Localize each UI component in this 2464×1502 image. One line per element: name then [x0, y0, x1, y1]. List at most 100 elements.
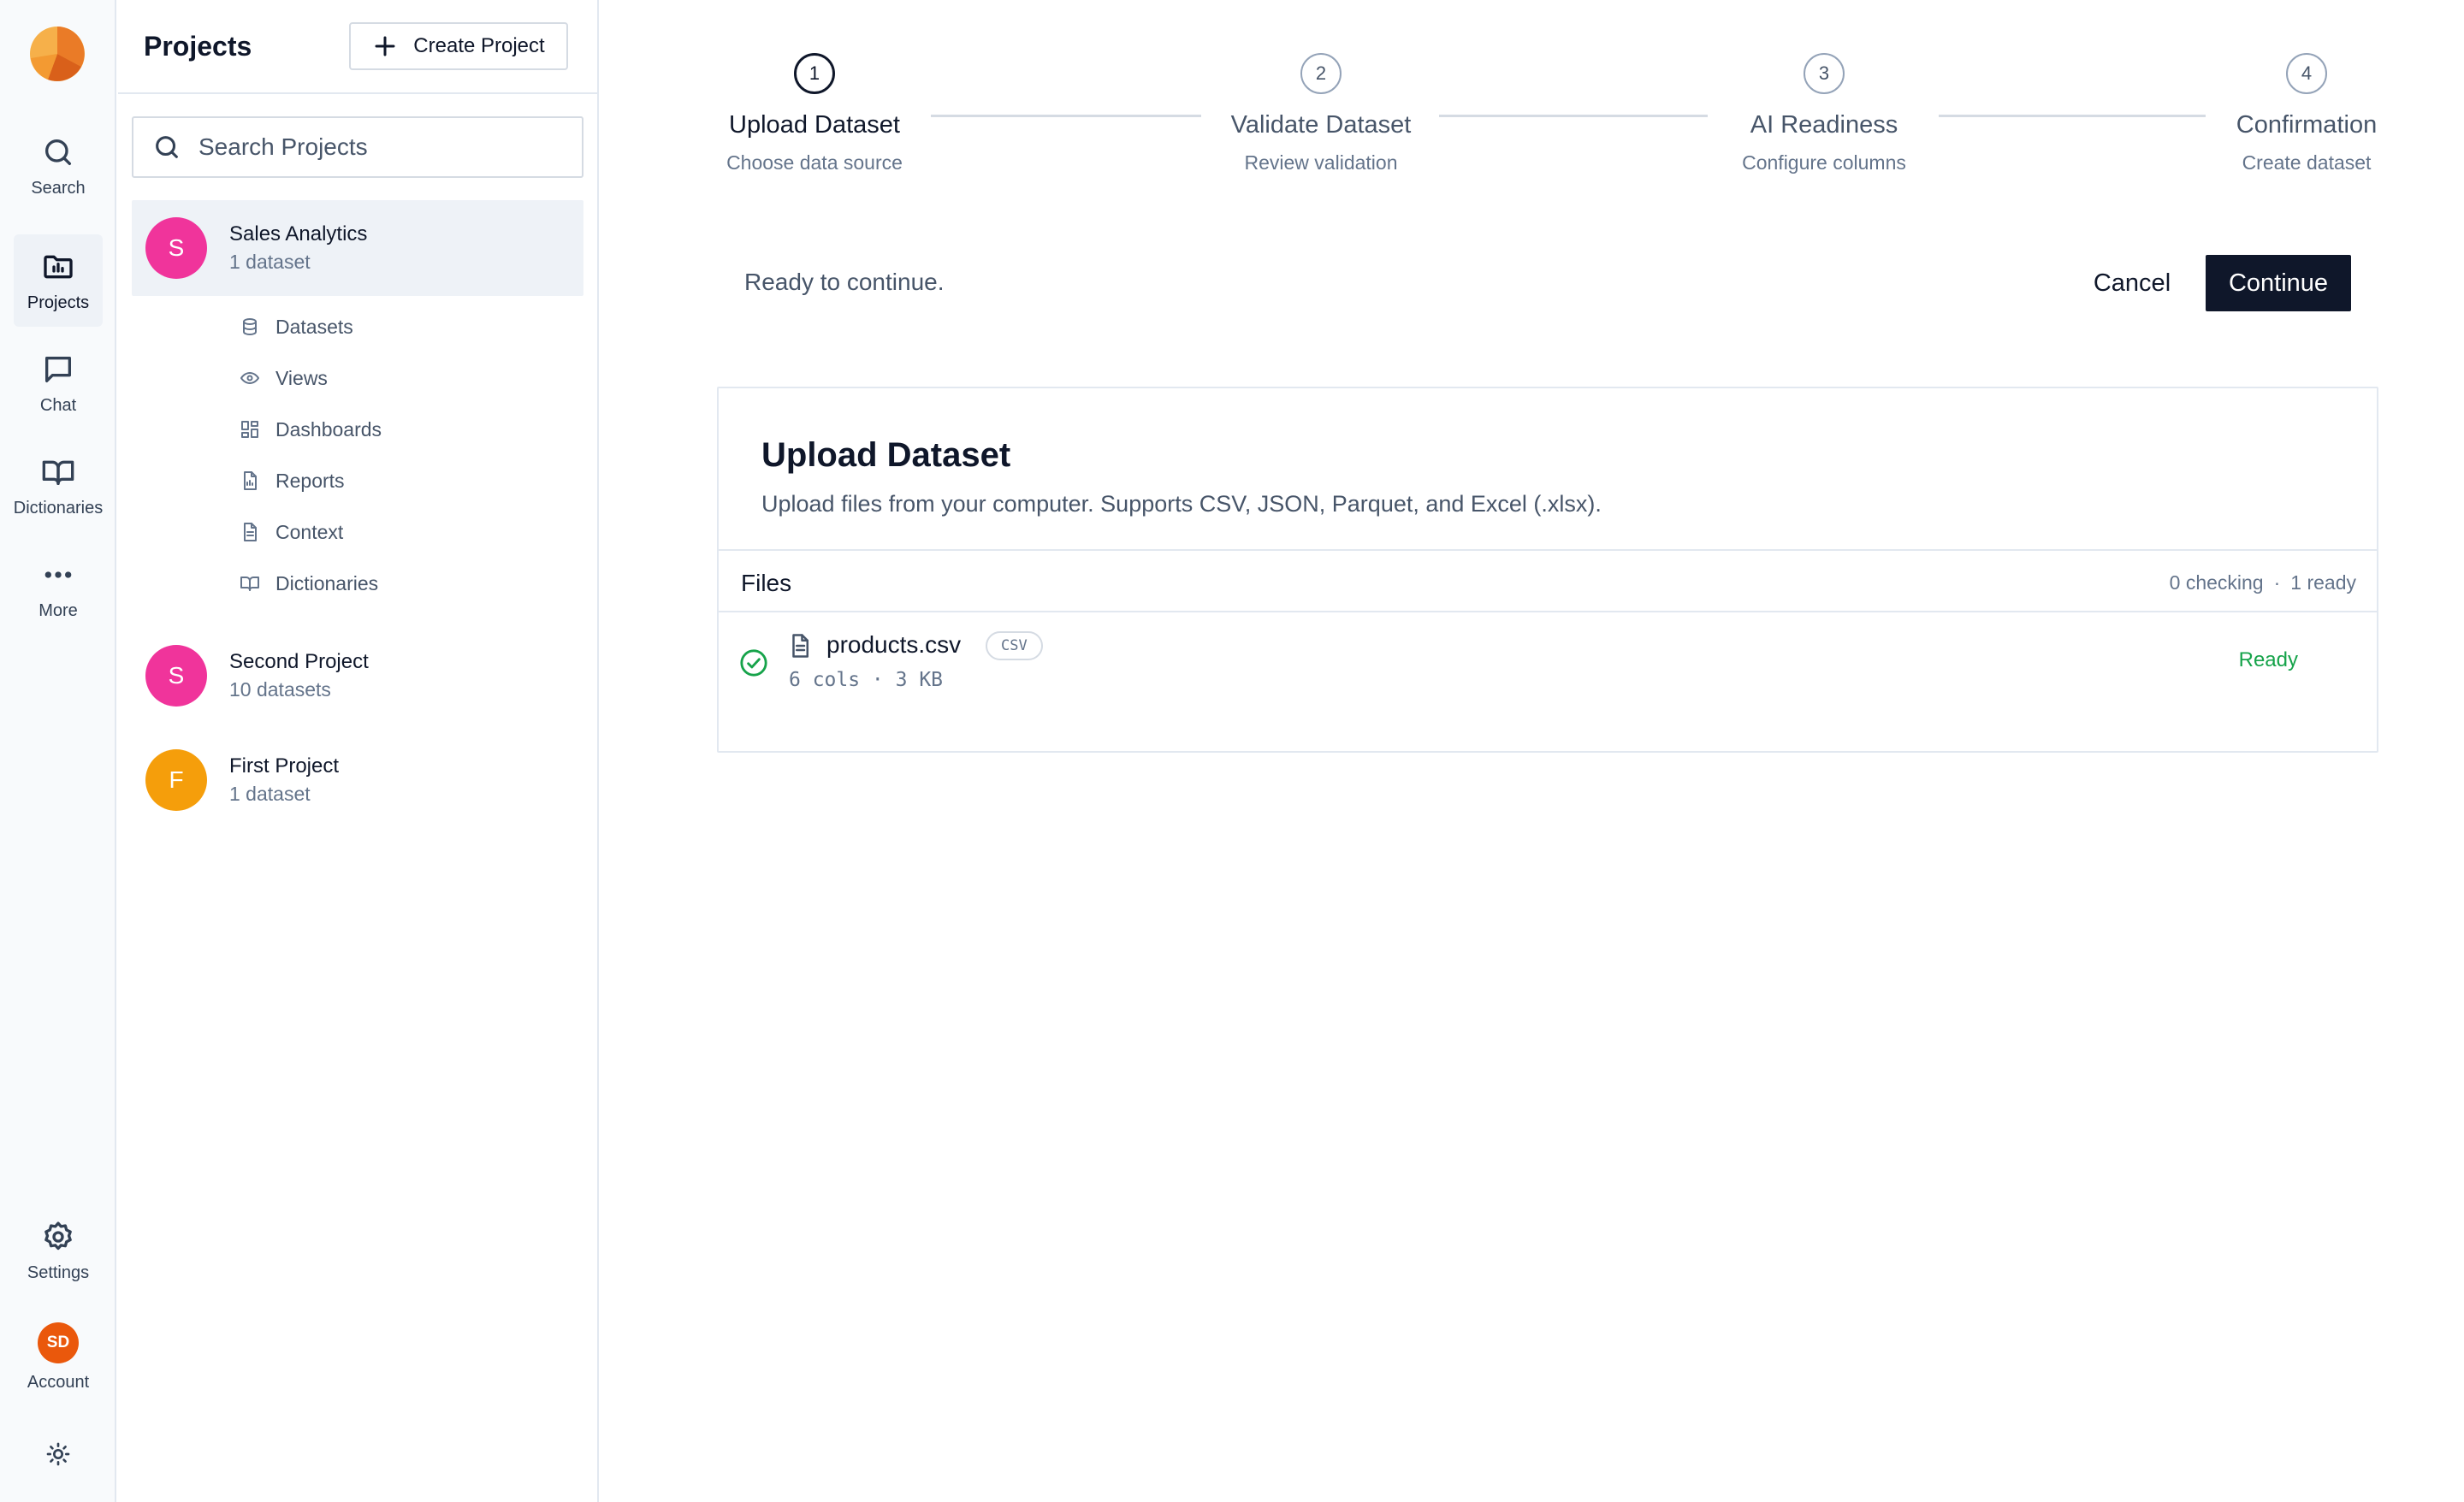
more-icon: [44, 571, 72, 578]
file-icon: [792, 634, 808, 658]
project-nav-views[interactable]: Views: [240, 361, 328, 395]
step-connector: [1939, 115, 2206, 117]
project-nav-dashboards[interactable]: Dashboards: [240, 412, 382, 446]
create-project-button[interactable]: Create Project: [349, 22, 568, 70]
rail-item-label: Search: [31, 179, 86, 198]
panel-header: Projects Create Project: [118, 0, 597, 94]
step-validate-dataset: 2 Validate Dataset Review validation: [1193, 53, 1449, 174]
app-logo-icon[interactable]: [29, 26, 86, 82]
step-number: 1: [794, 53, 835, 94]
rail-item-settings[interactable]: Settings: [14, 1204, 103, 1297]
step-subtitle: Choose data source: [726, 151, 903, 174]
project-nav-label: Dictionaries: [275, 571, 379, 594]
ready-count: 1 ready: [2290, 571, 2356, 594]
report-icon: [244, 471, 257, 490]
checking-count: 0 checking: [2169, 571, 2264, 594]
panel-title: Projects: [144, 31, 252, 62]
plus-icon: [375, 36, 395, 56]
file-meta: 6 cols · 3 KB: [789, 669, 944, 691]
project-nav-label: Views: [275, 366, 328, 389]
search-icon: [156, 136, 178, 158]
step-connector: [931, 115, 1201, 117]
step-title: AI Readiness: [1750, 111, 1898, 139]
project-nav-datasets[interactable]: Datasets: [240, 310, 353, 344]
rail-item-label: Dictionaries: [13, 499, 104, 517]
document-icon: [244, 523, 257, 541]
step-ai-readiness: 3 AI Readiness Configure columns: [1696, 53, 1952, 174]
step-upload-dataset[interactable]: 1 Upload Dataset Choose data source: [686, 53, 943, 174]
card-title: Upload Dataset: [761, 436, 1011, 474]
gear-icon: [44, 1221, 72, 1251]
project-item-second-project[interactable]: S Second Project 10 datasets: [132, 628, 583, 724]
file-name: products.csv: [826, 631, 962, 658]
project-nav-label: Reports: [275, 469, 345, 492]
rail-item-chat[interactable]: Chat: [14, 337, 103, 429]
settings-label: Settings: [27, 1263, 90, 1282]
rail-item-projects[interactable]: Projects: [14, 234, 103, 327]
project-avatar: F: [145, 749, 207, 811]
rail-item-label: Projects: [27, 293, 90, 312]
project-nav-label: Datasets: [275, 315, 353, 338]
project-name: Sales Analytics: [229, 222, 368, 246]
project-nav-label: Dashboards: [275, 417, 382, 441]
step-number: 3: [1804, 53, 1845, 94]
project-avatar: S: [145, 645, 207, 707]
upload-dataset-card: Upload Dataset Upload files from your co…: [717, 387, 2378, 753]
step-title: Validate Dataset: [1230, 111, 1412, 139]
rail-item-label: More: [38, 601, 78, 620]
theme-toggle-button[interactable]: [14, 1423, 103, 1485]
search-projects-field[interactable]: [132, 116, 583, 178]
project-nav-label: Context: [275, 520, 344, 543]
step-title: Upload Dataset: [729, 111, 900, 139]
search-icon: [45, 139, 72, 165]
project-dataset-count: 1 dataset: [229, 782, 311, 805]
book-icon: [240, 577, 259, 591]
account-label: Account: [27, 1373, 90, 1392]
step-subtitle: Configure columns: [1742, 151, 1906, 174]
create-project-label: Create Project: [413, 34, 545, 57]
file-row[interactable]: products.csv CSV 6 cols · 3 KB Ready: [719, 612, 2377, 698]
project-nav-reports[interactable]: Reports: [240, 464, 345, 498]
rail-item-dictionaries[interactable]: Dictionaries: [14, 440, 103, 532]
step-subtitle: Create dataset: [2242, 151, 2372, 174]
dashboard-icon: [241, 421, 258, 438]
files-header: Files 0 checking · 1 ready: [719, 549, 2377, 612]
book-icon: [42, 460, 74, 485]
card-description: Upload files from your computer. Support…: [761, 491, 1602, 517]
rail-item-more[interactable]: More: [14, 542, 103, 635]
search-projects-input[interactable]: [198, 133, 558, 161]
project-item-first-project[interactable]: F First Project 1 dataset: [132, 732, 583, 828]
step-number: 4: [2286, 53, 2327, 94]
stats-separator: ·: [2273, 571, 2281, 594]
project-name: Second Project: [229, 650, 369, 674]
ready-status-text: Ready to continue.: [744, 269, 945, 295]
file-type-badge: CSV: [986, 631, 1043, 660]
check-circle-icon: [740, 649, 767, 677]
folder-icon: [44, 255, 73, 279]
step-title: Confirmation: [2236, 111, 2378, 139]
project-dataset-count: 1 dataset: [229, 250, 311, 273]
project-nav-dictionaries[interactable]: Dictionaries: [240, 566, 378, 600]
project-avatar: S: [145, 217, 207, 279]
continue-button[interactable]: Continue: [2206, 255, 2351, 311]
account-avatar: SD: [38, 1322, 79, 1363]
project-dataset-count: 10 datasets: [229, 677, 331, 701]
rail-item-label: Chat: [39, 396, 77, 415]
rail-item-account[interactable]: SD Account: [14, 1310, 103, 1403]
chat-icon: [45, 357, 72, 382]
eye-icon: [240, 372, 259, 384]
project-nav-context[interactable]: Context: [240, 515, 343, 549]
project-name: First Project: [229, 754, 340, 778]
project-item-sales-analytics[interactable]: S Sales Analytics 1 dataset: [132, 200, 583, 296]
sun-icon: [46, 1442, 70, 1466]
files-stats: 0 checking · 1 ready: [2170, 571, 2356, 594]
rail-item-search[interactable]: Search: [14, 120, 103, 212]
left-rail: Search Projects Chat Dictionaries More S…: [0, 0, 116, 1502]
database-icon: [243, 318, 257, 335]
projects-panel: Projects Create Project S Sales Analytic…: [118, 0, 599, 1502]
file-status: Ready: [2238, 648, 2298, 671]
files-label: Files: [741, 570, 792, 596]
cancel-button[interactable]: Cancel: [2076, 255, 2189, 311]
step-number: 2: [1300, 53, 1342, 94]
step-subtitle: Review validation: [1244, 151, 1398, 174]
